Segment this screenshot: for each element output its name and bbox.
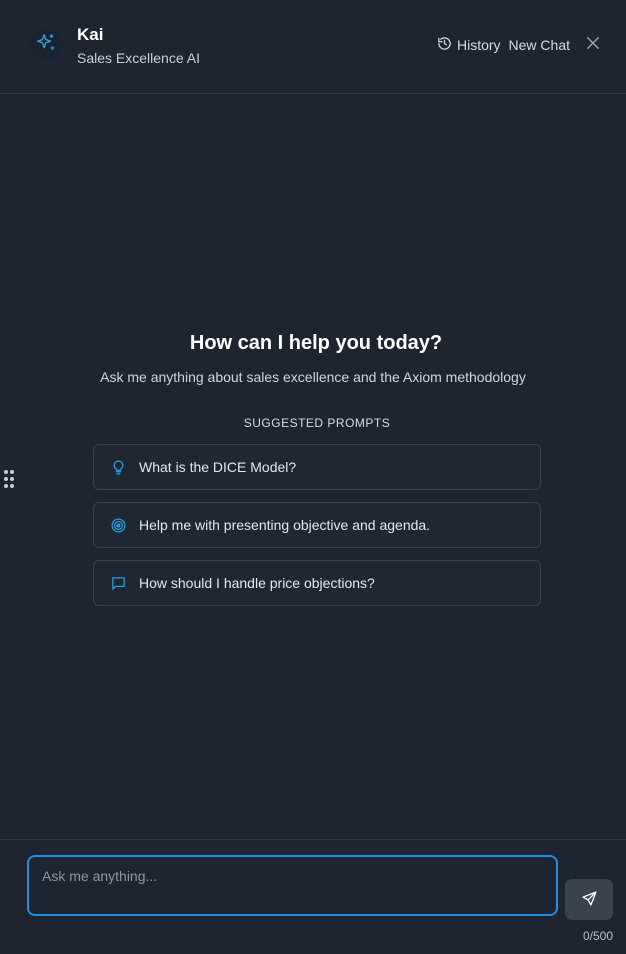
lightbulb-icon: [110, 459, 127, 476]
message-square-icon: [110, 575, 127, 592]
suggested-prompt-text: How should I handle price objections?: [139, 575, 375, 591]
assistant-avatar: [30, 29, 62, 61]
suggested-prompt-text: What is the DICE Model?: [139, 459, 297, 475]
suggested-prompts-list: What is the DICE Model? Help me with pre…: [93, 444, 541, 618]
drag-dot: [10, 477, 14, 481]
new-chat-label: New Chat: [508, 37, 570, 53]
suggested-prompt[interactable]: What is the DICE Model?: [93, 444, 541, 490]
assistant-name: Kai: [77, 25, 104, 44]
drag-dot: [10, 470, 14, 474]
composer: 0/500: [0, 839, 626, 954]
chat-input[interactable]: [27, 855, 558, 916]
welcome-section: How can I help you today? Ask me anythin…: [0, 330, 626, 386]
close-icon: [584, 34, 602, 57]
suggested-prompt[interactable]: Help me with presenting objective and ag…: [93, 502, 541, 548]
chat-header: Kai Sales Excellence AI History New Chat: [0, 0, 626, 94]
close-button[interactable]: [582, 34, 604, 56]
welcome-heading: How can I help you today?: [189, 332, 443, 354]
chat-panel: Kai Sales Excellence AI History New Chat: [0, 0, 626, 954]
send-button[interactable]: [565, 879, 613, 920]
drag-handle[interactable]: [4, 470, 14, 488]
history-icon: [437, 36, 452, 54]
drag-dot: [10, 484, 14, 488]
drag-dot: [4, 470, 8, 474]
suggested-prompts-label: SUGGESTED PROMPTS: [243, 416, 391, 430]
character-counter: 0/500: [582, 929, 613, 943]
assistant-subtitle: Sales Excellence AI: [77, 50, 200, 66]
send-icon: [581, 890, 598, 910]
new-chat-button[interactable]: New Chat: [509, 37, 570, 53]
drag-dot: [4, 484, 8, 488]
suggested-prompt-text: Help me with presenting objective and ag…: [139, 517, 431, 533]
drag-dot: [4, 477, 8, 481]
welcome-description: Ask me anything about sales excellence a…: [100, 369, 526, 385]
target-icon: [110, 517, 127, 534]
suggested-prompt[interactable]: How should I handle price objections?: [93, 560, 541, 606]
history-label: History: [456, 37, 501, 53]
history-button[interactable]: History: [437, 36, 501, 54]
sparkles-icon: [35, 32, 57, 59]
